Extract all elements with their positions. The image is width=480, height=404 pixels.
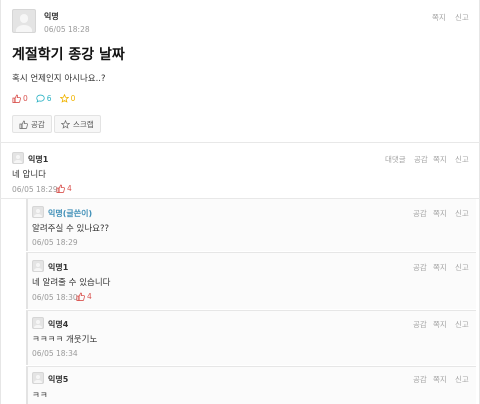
post-datetime: 06/05 18:28 — [44, 25, 90, 34]
reply-report-button[interactable]: 신고 — [455, 262, 469, 273]
reply-report-button[interactable]: 신고 — [455, 319, 469, 330]
reply-like-button[interactable]: 공감 — [413, 262, 427, 273]
comment-datetime: 06/05 18:29 — [12, 185, 58, 194]
thumbs-up-icon — [19, 120, 28, 129]
reply-avatar — [32, 372, 44, 384]
post-title: 계절학기 종강 날짜 — [12, 47, 125, 63]
post-stats: 0 6 0 — [12, 94, 75, 103]
reply-like-button[interactable]: 공감 — [413, 319, 427, 330]
comment-like-button[interactable]: 공감 — [414, 154, 428, 165]
star-icon — [61, 119, 70, 129]
like-button-label: 공감 — [31, 119, 45, 129]
thumbs-up-icon — [76, 292, 85, 301]
comment-count: 6 — [36, 94, 52, 103]
post-author-avatar — [12, 9, 36, 33]
reply-avatar — [32, 317, 44, 329]
scrap-count: 0 — [59, 94, 75, 103]
speech-bubble-icon — [36, 94, 45, 103]
star-icon — [59, 94, 69, 103]
thumbs-up-icon — [12, 94, 21, 103]
comment-avatar — [12, 152, 24, 164]
reply-report-button[interactable]: 신고 — [455, 208, 469, 219]
post-body: 혹시 언제인지 아시나요..? — [12, 74, 106, 84]
post-divider — [0, 142, 480, 143]
like-button[interactable]: 공감 — [12, 115, 52, 133]
reply-avatar — [32, 206, 44, 218]
reply-datetime: 06/05 18:29 — [32, 238, 78, 247]
reply-report-button[interactable]: 신고 — [455, 374, 469, 385]
reply-avatar — [32, 260, 44, 272]
reply-item — [26, 367, 476, 404]
reply-text: ㅋㅋㅋㅋ 개웃기노 — [32, 335, 98, 345]
reply-text: 네 알려줄 수 있습니다 — [32, 278, 111, 288]
post-message-button[interactable]: 쪽지 — [432, 12, 446, 23]
reply-author-name[interactable]: 익명4 — [48, 319, 68, 330]
reply-message-button[interactable]: 쪽지 — [433, 208, 447, 219]
like-count: 0 — [12, 94, 28, 103]
reply-author-name[interactable]: 익명5 — [48, 374, 68, 385]
reply-datetime: 06/05 18:34 — [32, 349, 78, 358]
reply-like-count: 4 — [76, 292, 92, 301]
comment-report-button[interactable]: 신고 — [455, 154, 469, 165]
reply-like-button[interactable]: 공감 — [413, 374, 427, 385]
reply-message-button[interactable]: 쪽지 — [433, 262, 447, 273]
reply-author-name[interactable]: 익명(글쓴이) — [48, 208, 92, 219]
reply-text: ㅋㅋ — [32, 391, 48, 401]
comment-text: 네 압니다 — [12, 170, 46, 180]
reply-author-name[interactable]: 익명1 — [48, 262, 68, 273]
comment-message-button[interactable]: 쪽지 — [433, 154, 447, 165]
scrap-button-label: 스크랩 — [73, 119, 94, 129]
comment-reply-button[interactable]: 대댓글 — [385, 154, 406, 165]
post-report-button[interactable]: 신고 — [455, 12, 469, 23]
thumbs-up-icon — [56, 184, 65, 193]
post-author-name[interactable]: 익명 — [44, 11, 59, 22]
reply-like-button[interactable]: 공감 — [413, 208, 427, 219]
reply-message-button[interactable]: 쪽지 — [433, 319, 447, 330]
reply-text: 알려주실 수 있나요?? — [32, 224, 109, 234]
reply-datetime: 06/05 18:30 — [32, 293, 78, 302]
comment-author-name[interactable]: 익명1 — [28, 154, 48, 165]
comment-like-count: 4 — [56, 184, 72, 193]
reply-message-button[interactable]: 쪽지 — [433, 374, 447, 385]
scrap-button[interactable]: 스크랩 — [54, 115, 101, 133]
